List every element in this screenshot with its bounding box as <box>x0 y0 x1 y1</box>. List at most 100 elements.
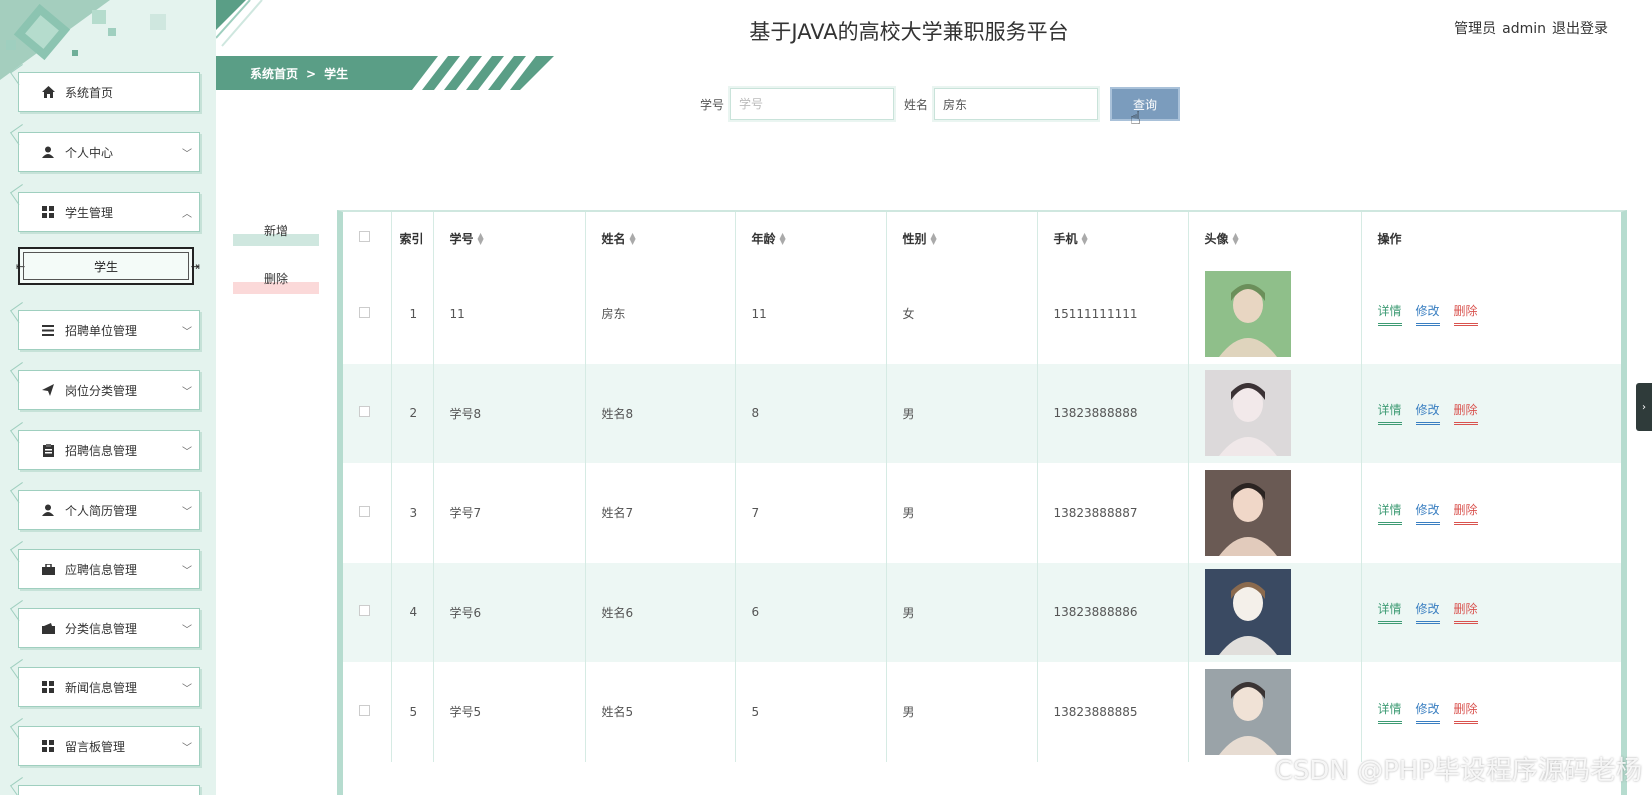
detail-link[interactable]: 详情 <box>1377 302 1402 326</box>
chevron-down-icon: ﹀ <box>182 565 192 577</box>
edit-link[interactable]: 修改 <box>1415 700 1440 724</box>
sidebar-item-employer-management[interactable]: 招聘单位管理 ﹀ <box>18 310 200 350</box>
delete-button[interactable]: 删除 <box>233 270 319 294</box>
cell-gender: 女 <box>886 264 1038 364</box>
cell-operations: 详情 修改 删除 <box>1361 264 1621 364</box>
sidebar-item-job-category-management[interactable]: 岗位分类管理 ﹀ <box>18 370 200 410</box>
table-row: 5 学号5 姓名5 5 男 13823888885 详情 修改 删除 <box>343 662 1621 762</box>
breadcrumb-home[interactable]: 系统首页 <box>250 67 298 81</box>
cell-operations: 详情 修改 删除 <box>1361 662 1621 762</box>
sidebar-item-recruitment-info-management[interactable]: 招聘信息管理 ﹀ <box>18 430 200 470</box>
cell-index: 2 <box>391 363 434 463</box>
select-all-checkbox[interactable] <box>359 231 370 242</box>
sidebar-subitem-student[interactable]: ⇤ 学生 ⇥ <box>16 247 200 285</box>
delete-link[interactable]: 删除 <box>1453 700 1478 724</box>
column-header-gender[interactable]: 性别 ▲ ▼ <box>886 212 1038 264</box>
row-checkbox-cell[interactable] <box>343 363 392 463</box>
cell-student-id: 学号7 <box>433 463 586 563</box>
user-icon <box>41 145 55 159</box>
cell-name: 姓名7 <box>585 463 736 563</box>
logout-link[interactable]: 退出登录 <box>1552 21 1608 37</box>
sidebar-item-label: 个人中心 <box>65 145 114 160</box>
sidebar-item-home[interactable]: 系统首页 <box>18 72 200 112</box>
sidebar-item-resume-management[interactable]: 个人简历管理 ﹀ <box>18 490 200 530</box>
row-checkbox[interactable] <box>359 605 370 617</box>
row-checkbox[interactable] <box>359 704 370 716</box>
detail-link[interactable]: 详情 <box>1377 401 1402 426</box>
list-icon <box>41 323 55 337</box>
cell-phone: 13823888888 <box>1037 363 1189 463</box>
delete-link[interactable]: 删除 <box>1453 302 1478 326</box>
delete-link[interactable]: 删除 <box>1453 401 1478 426</box>
row-checkbox-cell[interactable] <box>343 463 392 563</box>
user-role: 管理员 <box>1454 21 1497 37</box>
row-checkbox[interactable] <box>359 406 370 418</box>
name-input[interactable] <box>932 86 1101 122</box>
chevron-down-icon: ﹀ <box>182 148 192 160</box>
cell-avatar <box>1188 363 1362 463</box>
send-icon <box>41 383 55 397</box>
column-header-age[interactable]: 年龄 ▲ ▼ <box>735 212 887 264</box>
sidebar-item-label: 留言板管理 <box>65 739 126 754</box>
cell-index: 3 <box>391 463 434 563</box>
row-checkbox-cell[interactable] <box>343 662 392 762</box>
sort-icon[interactable]: ▲ ▼ <box>630 232 636 246</box>
avatar <box>1204 469 1291 556</box>
row-checkbox-cell[interactable] <box>343 562 392 662</box>
edit-link[interactable]: 修改 <box>1415 302 1440 326</box>
chevron-down-icon: ﹀ <box>182 506 192 518</box>
row-checkbox[interactable] <box>359 306 370 318</box>
edit-link[interactable]: 修改 <box>1415 600 1440 625</box>
sort-icon[interactable]: ▲ ▼ <box>1082 232 1088 246</box>
sidebar-item-news-management[interactable]: 新闻信息管理 ﹀ <box>18 667 200 707</box>
cell-phone: 13823888886 <box>1037 562 1189 662</box>
delete-link[interactable]: 删除 <box>1453 600 1478 625</box>
cell-gender: 男 <box>886 363 1038 463</box>
sort-icon[interactable]: ▲ ▼ <box>931 232 937 246</box>
sidebar-item-message-board-management[interactable]: 留言板管理 ﹀ <box>18 726 200 766</box>
avatar <box>1204 569 1291 656</box>
cell-gender: 男 <box>886 662 1038 762</box>
column-header-phone[interactable]: 手机 ▲ ▼ <box>1037 212 1189 264</box>
cell-age: 7 <box>735 463 887 563</box>
sidebar-item-personal-center[interactable]: 个人中心 ﹀ <box>18 132 200 172</box>
breadcrumb: 系统首页 > 学生 <box>216 56 554 90</box>
sidebar-item-label: 学生管理 <box>65 205 114 220</box>
avatar <box>1204 668 1291 755</box>
row-checkbox-cell[interactable] <box>343 264 392 364</box>
row-checkbox[interactable] <box>359 505 370 517</box>
sort-icon[interactable]: ▲ ▼ <box>478 232 484 246</box>
cell-index: 4 <box>391 562 434 662</box>
student-id-label: 学号 <box>700 97 725 112</box>
sort-icon[interactable]: ▲ ▼ <box>780 232 786 246</box>
chevron-down-icon: ﹀ <box>182 624 192 636</box>
sidebar-item-more[interactable] <box>18 785 200 795</box>
cell-avatar <box>1188 264 1362 364</box>
add-button[interactable]: 新增 <box>233 222 319 246</box>
side-toggle-button[interactable]: › <box>1636 383 1652 431</box>
sidebar-item-label: 招聘单位管理 <box>65 323 138 338</box>
edit-link[interactable]: 修改 <box>1415 401 1440 426</box>
cell-student-id: 学号6 <box>433 562 586 662</box>
cell-student-id: 学号5 <box>433 662 586 762</box>
column-header-student-id[interactable]: 学号 ▲ ▼ <box>433 212 586 264</box>
table-row: 1 11 房东 11 女 15111111111 详情 修改 删除 <box>343 264 1621 364</box>
sidebar-item-application-management[interactable]: 应聘信息管理 ﹀ <box>18 549 200 589</box>
chevron-down-icon: ﹀ <box>182 446 192 458</box>
cell-age: 11 <box>735 264 887 364</box>
detail-link[interactable]: 详情 <box>1377 600 1402 625</box>
edit-link[interactable]: 修改 <box>1415 501 1440 525</box>
select-all-checkbox-cell[interactable] <box>343 212 392 264</box>
column-header-name[interactable]: 姓名 ▲ ▼ <box>585 212 736 264</box>
sidebar-item-student-management[interactable]: 学生管理 ︿ <box>18 192 200 232</box>
detail-link[interactable]: 详情 <box>1377 700 1402 724</box>
sidebar-decoration <box>0 0 166 80</box>
sidebar-item-category-info-management[interactable]: 分类信息管理 ﹀ <box>18 608 200 648</box>
detail-link[interactable]: 详情 <box>1377 501 1402 525</box>
cell-student-id: 学号8 <box>433 363 586 463</box>
query-button[interactable]: 查询 <box>1110 87 1181 121</box>
sort-icon[interactable]: ▲ ▼ <box>1233 232 1239 246</box>
column-header-avatar[interactable]: 头像 ▲ ▼ <box>1188 212 1362 264</box>
delete-link[interactable]: 删除 <box>1453 501 1478 525</box>
student-id-input[interactable] <box>728 86 897 122</box>
